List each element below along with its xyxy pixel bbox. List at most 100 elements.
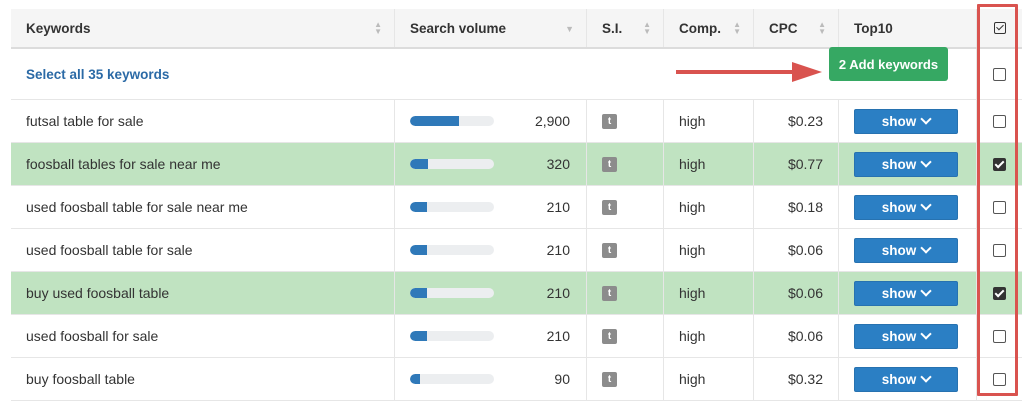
comp-value: high (679, 285, 706, 301)
si-badge: t (602, 371, 617, 387)
table-row: used foosball table for sale 210 t high … (11, 229, 1022, 272)
chevron-down-icon (920, 371, 932, 383)
show-label: show (881, 328, 917, 344)
sort-icon[interactable]: ▲ ▼ (733, 21, 741, 36)
si-badge: t (602, 199, 617, 215)
search-volume-cell: 210 (394, 315, 586, 357)
checkbox-column-highlight (977, 4, 1018, 396)
volume-value: 210 (546, 328, 570, 344)
chevron-down-icon (920, 156, 932, 168)
search-volume-cell: 210 (394, 272, 586, 314)
show-top10-button[interactable]: show (854, 151, 958, 177)
col-keywords-header[interactable]: Keywords ▲ ▼ (11, 9, 394, 47)
search-volume-cell: 210 (394, 186, 586, 228)
cpc-cell: $0.23 (753, 100, 838, 142)
sort-icon[interactable]: ▲ ▼ (374, 21, 382, 36)
comp-cell: high (663, 272, 753, 314)
col-comp-label: Comp. (679, 20, 721, 36)
comp-cell: high (663, 186, 753, 228)
col-search-volume-label: Search volume (410, 20, 507, 36)
cpc-value: $0.32 (787, 371, 823, 387)
col-search-volume-header[interactable]: Search volume ▼ (394, 9, 586, 47)
volume-bar-fill (410, 159, 429, 169)
si-badge: t (602, 285, 617, 301)
show-top10-button[interactable]: show (854, 237, 958, 263)
keyword-text: buy used foosball table (26, 285, 170, 301)
search-volume-cell: 90 (394, 358, 586, 400)
show-label: show (881, 371, 917, 387)
top10-cell: show (838, 100, 976, 142)
col-cpc-label: CPC (769, 20, 798, 36)
comp-value: high (679, 371, 706, 387)
sort-desc-icon[interactable]: ▼ (565, 24, 574, 34)
volume-bar (410, 374, 494, 384)
table-row: buy used foosball table 210 t high $0.06… (11, 272, 1022, 315)
show-top10-button[interactable]: show (854, 280, 958, 306)
top10-cell: show (838, 315, 976, 357)
keyword-text: used foosball for sale (26, 328, 159, 344)
volume-value: 210 (546, 242, 570, 258)
chevron-down-icon (920, 113, 932, 125)
show-top10-button[interactable]: show (854, 323, 958, 349)
show-label: show (881, 156, 917, 172)
chevron-down-icon (920, 199, 932, 211)
volume-bar (410, 116, 494, 126)
volume-value: 320 (546, 156, 570, 172)
cpc-value: $0.06 (787, 242, 823, 258)
col-comp-header[interactable]: Comp. ▲ ▼ (663, 9, 753, 47)
volume-bar-fill (410, 202, 427, 212)
col-si-header[interactable]: S.I. ▲ ▼ (586, 9, 663, 47)
show-top10-button[interactable]: show (854, 108, 958, 134)
top10-cell: show (838, 143, 976, 185)
comp-cell: high (663, 315, 753, 357)
keyword-text: foosball tables for sale near me (26, 156, 221, 172)
cpc-cell: $0.77 (753, 143, 838, 185)
col-top10-label: Top10 (854, 20, 893, 36)
cpc-cell: $0.18 (753, 186, 838, 228)
add-keywords-button[interactable]: 2 Add keywords (829, 47, 948, 81)
volume-bar-fill (410, 374, 421, 384)
chevron-down-icon (920, 242, 932, 254)
select-all-link[interactable]: Select all 35 keywords (26, 67, 169, 82)
col-top10-header: Top10 (838, 9, 976, 47)
show-label: show (881, 113, 917, 129)
cpc-cell: $0.06 (753, 229, 838, 271)
volume-bar (410, 245, 494, 255)
volume-bar-fill (410, 331, 427, 341)
keyword-cell: used foosball table for sale near me (11, 186, 394, 228)
keyword-cell: futsal table for sale (11, 100, 394, 142)
col-si-label: S.I. (602, 20, 623, 36)
table-row: used foosball table for sale near me 210… (11, 186, 1022, 229)
si-cell: t (586, 272, 663, 314)
search-volume-cell: 210 (394, 229, 586, 271)
show-label: show (881, 199, 917, 215)
si-cell: t (586, 358, 663, 400)
table-header: Keywords ▲ ▼ Search volume ▼ S.I. ▲ ▼ Comp… (11, 9, 1022, 49)
si-badge: t (602, 156, 617, 172)
top10-cell: show (838, 272, 976, 314)
search-volume-cell: 2,900 (394, 100, 586, 142)
show-top10-button[interactable]: show (854, 194, 958, 220)
search-volume-cell: 320 (394, 143, 586, 185)
col-cpc-header[interactable]: CPC ▲ ▼ (753, 9, 838, 47)
volume-bar (410, 159, 494, 169)
comp-cell: high (663, 143, 753, 185)
keyword-cell: used foosball for sale (11, 315, 394, 357)
cpc-value: $0.06 (787, 328, 823, 344)
si-cell: t (586, 315, 663, 357)
volume-value: 210 (546, 285, 570, 301)
cpc-value: $0.18 (787, 199, 823, 215)
show-top10-button[interactable]: show (854, 366, 958, 392)
cpc-cell: $0.06 (753, 315, 838, 357)
table-row: futsal table for sale 2,900 t high $0.23… (11, 100, 1022, 143)
top10-cell: show (838, 358, 976, 400)
comp-value: high (679, 199, 706, 215)
comp-cell: high (663, 229, 753, 271)
cpc-cell: $0.06 (753, 272, 838, 314)
si-cell: t (586, 100, 663, 142)
volume-bar (410, 202, 494, 212)
sort-icon[interactable]: ▲ ▼ (818, 21, 826, 36)
sort-icon[interactable]: ▲ ▼ (643, 21, 651, 36)
comp-value: high (679, 242, 706, 258)
top10-cell: show (838, 229, 976, 271)
